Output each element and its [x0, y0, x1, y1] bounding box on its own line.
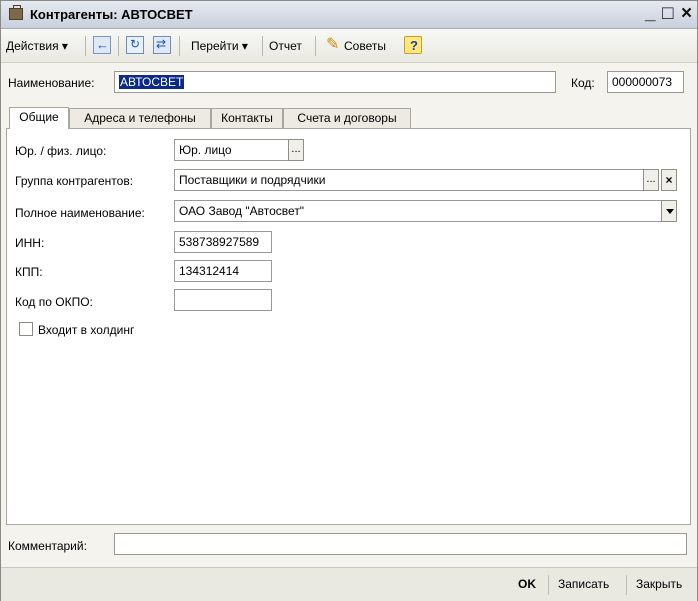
window-title: Контрагенты: АВТОСВЕТ — [30, 7, 193, 22]
window: Контрагенты: АВТОСВЕТ _ □ × Действия ▾ П… — [0, 0, 698, 601]
code-field[interactable]: 000000073 — [607, 71, 684, 93]
full-name-dropdown-button[interactable] — [661, 200, 677, 222]
entity-type-select-button[interactable]: ... — [288, 139, 304, 161]
name-field[interactable]: АВТОСВЕТ — [114, 71, 556, 93]
tab-general[interactable]: Общие — [9, 107, 69, 129]
footer-separator — [548, 575, 549, 595]
close-button[interactable]: Закрыть — [636, 577, 682, 591]
kpp-label: КПП: — [15, 265, 43, 279]
group-clear-button[interactable]: × — [661, 169, 677, 191]
inn-label: ИНН: — [15, 236, 45, 250]
tips-button[interactable]: Советы — [344, 39, 386, 53]
footer-separator — [626, 575, 627, 595]
ok-button[interactable]: OK — [518, 577, 536, 591]
report-button[interactable]: Отчет — [269, 39, 302, 53]
refresh-icon[interactable] — [126, 36, 144, 54]
name-label: Наименование: — [8, 76, 95, 90]
group-select-button[interactable]: ... — [643, 169, 659, 191]
toolbar-separator — [85, 36, 86, 56]
minimize-button[interactable]: _ — [645, 3, 656, 25]
toolbar-separator — [179, 36, 180, 56]
okpo-label: Код по ОКПО: — [15, 295, 93, 309]
title-bar: Контрагенты: АВТОСВЕТ _ □ × — [1, 1, 697, 29]
entity-type-field[interactable]: Юр. лицо — [174, 139, 289, 161]
goto-menu[interactable]: Перейти ▾ — [191, 39, 248, 53]
inn-field[interactable]: 538738927589 — [174, 231, 272, 253]
help-icon[interactable] — [404, 36, 422, 54]
actions-menu[interactable]: Действия ▾ — [6, 39, 68, 53]
holding-label: Входит в холдинг — [38, 323, 135, 337]
back-icon[interactable] — [93, 36, 111, 54]
group-label: Группа контрагентов: — [15, 174, 134, 188]
comment-label: Комментарий: — [8, 539, 87, 553]
comment-field[interactable] — [114, 533, 687, 555]
tab-addresses[interactable]: Адреса и телефоны — [69, 108, 211, 128]
entity-type-label: Юр. / физ. лицо: — [15, 144, 107, 158]
kpp-field[interactable]: 134312414 — [174, 260, 272, 282]
toolbar: Действия ▾ Перейти ▾ Отчет Советы — [1, 29, 697, 63]
footer-bar: OK Записать Закрыть — [1, 567, 697, 601]
save-button[interactable]: Записать — [558, 577, 609, 591]
name-value: АВТОСВЕТ — [119, 75, 185, 89]
okpo-field[interactable] — [174, 289, 272, 311]
close-window-button[interactable]: × — [681, 3, 692, 25]
code-label: Код: — [571, 76, 595, 90]
full-name-field[interactable]: ОАО Завод "Автосвет" — [174, 200, 662, 222]
tab-accounts[interactable]: Счета и договоры — [283, 108, 411, 128]
tips-icon[interactable] — [325, 34, 343, 54]
tab-contacts[interactable]: Контакты — [211, 108, 283, 128]
maximize-button[interactable]: □ — [662, 3, 673, 25]
toolbar-separator — [262, 36, 263, 56]
full-name-label: Полное наименование: — [15, 206, 145, 220]
holding-checkbox[interactable] — [19, 322, 33, 336]
toolbar-separator — [118, 36, 119, 56]
goto-document-icon[interactable] — [153, 36, 171, 54]
group-field[interactable]: Поставщики и подрядчики — [174, 169, 644, 191]
toolbar-separator — [315, 36, 316, 56]
briefcase-icon — [9, 5, 23, 20]
